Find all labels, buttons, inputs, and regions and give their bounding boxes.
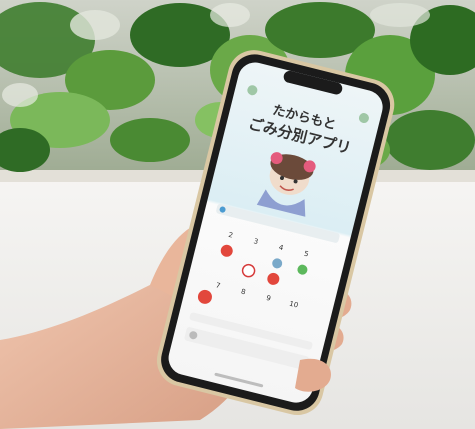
photo: たからもと ごみ分別アプリ 2 3 4 5 7 8 9 10 <box>0 0 475 429</box>
